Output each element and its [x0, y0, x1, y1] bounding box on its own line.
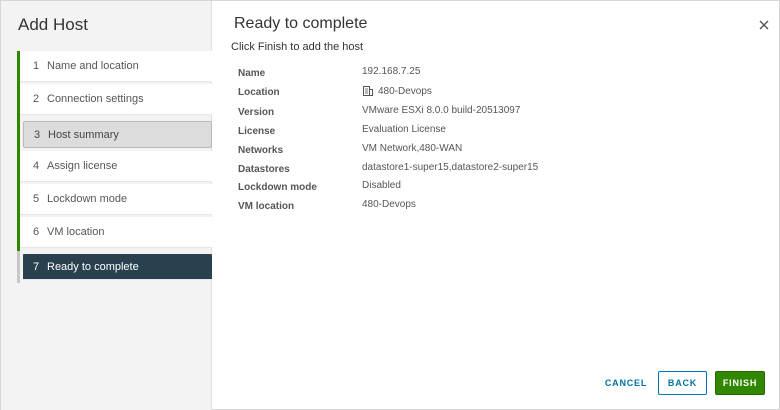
step-host-summary[interactable]: 3 Host summary — [23, 121, 212, 148]
datacenter-icon — [363, 86, 373, 96]
step-number: 3 — [34, 128, 41, 141]
detail-key: Location — [238, 87, 280, 98]
step-lockdown-mode[interactable]: 5 Lockdown mode — [20, 184, 212, 215]
step-assign-license[interactable]: 4 Assign license — [20, 151, 212, 182]
step-label: Name and location — [47, 60, 139, 72]
detail-key: VM location — [238, 201, 295, 212]
detail-value: Evaluation License — [362, 124, 446, 135]
detail-row-license: License Evaluation License — [238, 124, 758, 142]
detail-key: Datastores — [238, 164, 290, 175]
finish-button[interactable]: FINISH — [715, 371, 765, 395]
step-number: 2 — [33, 93, 40, 105]
cancel-button[interactable]: CANCEL — [598, 371, 654, 395]
add-host-dialog: Add Host 1 Name and location 2 Connectio… — [0, 0, 780, 410]
detail-row-networks: Networks VM Network,480-WAN — [238, 143, 758, 161]
page-title: Ready to complete — [234, 15, 368, 32]
step-label: VM location — [47, 226, 105, 238]
close-icon[interactable] — [756, 17, 772, 33]
step-number: 4 — [33, 160, 40, 172]
detail-key: License — [238, 126, 276, 137]
detail-value-wrap: 480-Devops — [362, 85, 432, 97]
detail-key: Name — [238, 68, 266, 79]
step-label: Assign license — [47, 160, 118, 172]
wizard-title: Add Host — [18, 15, 88, 34]
detail-value: Disabled — [362, 180, 401, 191]
step-number: 1 — [33, 60, 40, 72]
step-number: 5 — [33, 193, 40, 205]
detail-key: Networks — [238, 145, 284, 156]
detail-value: 480-Devops — [378, 85, 432, 97]
detail-value: 480-Devops — [362, 199, 416, 210]
step-connection-settings[interactable]: 2 Connection settings — [20, 84, 212, 115]
detail-row-location: Location 480-Devops — [238, 85, 758, 103]
step-number: 6 — [33, 226, 40, 238]
progress-rail-remaining — [17, 251, 20, 283]
detail-value: VMware ESXi 8.0.0 build-20513097 — [362, 105, 521, 116]
back-button[interactable]: BACK — [658, 371, 707, 395]
step-label: Ready to complete — [47, 260, 139, 273]
step-label: Connection settings — [47, 93, 144, 105]
wizard-steps: 1 Name and location 2 Connection setting… — [17, 51, 212, 283]
detail-row-vm-location: VM location 480-Devops — [238, 199, 758, 217]
page-subtitle: Click Finish to add the host — [231, 41, 364, 53]
detail-row-name: Name 192.168.7.25 — [238, 66, 758, 84]
detail-value: 192.168.7.25 — [362, 66, 421, 77]
detail-key: Lockdown mode — [238, 182, 317, 193]
detail-key: Version — [238, 107, 275, 118]
step-label: Host summary — [48, 128, 119, 141]
detail-row-datastores: Datastores datastore1-super15,datastore2… — [238, 162, 758, 180]
step-label: Lockdown mode — [47, 193, 128, 205]
wizard-sidebar: Add Host 1 Name and location 2 Connectio… — [1, 1, 212, 410]
detail-value: VM Network,480-WAN — [362, 143, 463, 154]
step-number: 7 — [33, 260, 40, 273]
detail-row-lockdown-mode: Lockdown mode Disabled — [238, 180, 758, 198]
step-vm-location[interactable]: 6 VM location — [20, 217, 212, 248]
step-ready-to-complete[interactable]: 7 Ready to complete — [23, 254, 212, 280]
step-name-and-location[interactable]: 1 Name and location — [20, 51, 212, 82]
detail-value: datastore1-super15,datastore2-super15 — [362, 162, 539, 173]
detail-row-version: Version VMware ESXi 8.0.0 build-20513097 — [238, 105, 758, 123]
